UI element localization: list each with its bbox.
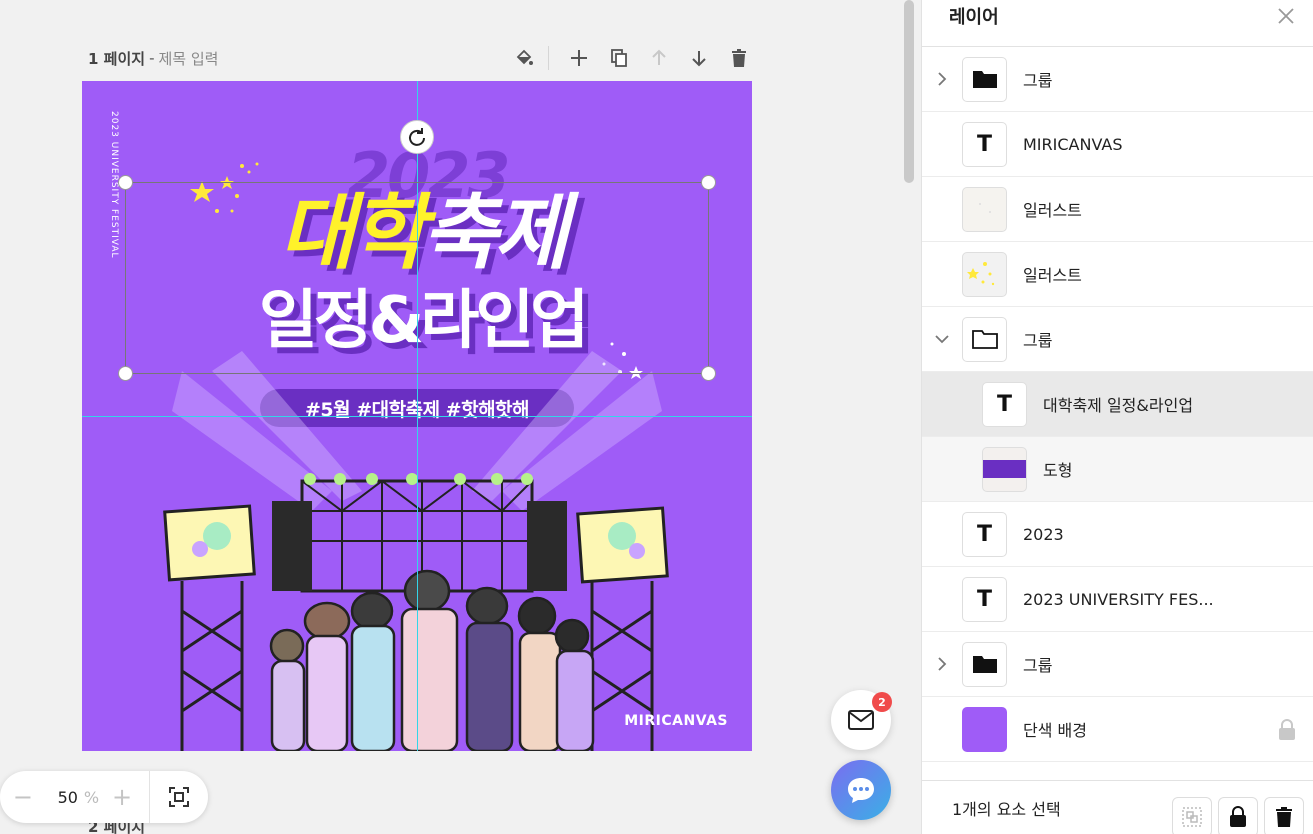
layer-row-group[interactable]: 그룹 (922, 632, 1313, 697)
lock-icon[interactable] (1278, 719, 1296, 745)
page-toolbar (510, 44, 753, 72)
chevron-right-icon[interactable] (922, 47, 962, 112)
layer-row-text[interactable]: T 2023 UNIVERSITY FES... (922, 567, 1313, 632)
vertical-festival-text[interactable]: 2023 UNIVERSITY FESTIVAL (105, 111, 119, 271)
layer-row-group-expanded[interactable]: 그룹 (922, 307, 1313, 372)
footer-actions (1166, 797, 1304, 834)
mail-badge: 2 (872, 692, 892, 712)
trash-icon (1276, 807, 1292, 827)
layer-spacer (922, 697, 962, 762)
layer-name: 단색 배경 (1023, 721, 1087, 740)
horizontal-guide-line (82, 416, 752, 417)
zoom-control: − 50 % + (0, 771, 208, 823)
rotate-icon (409, 128, 425, 146)
layer-row-illustration[interactable]: 일러스트 (922, 242, 1313, 307)
layer-spacer (922, 177, 962, 242)
layer-name: 도형 (1043, 461, 1073, 480)
paint-bucket-icon[interactable] (510, 44, 538, 72)
folder-filled-icon (962, 56, 1007, 102)
layer-name: 그룹 (1023, 331, 1053, 350)
layer-panel-footer: 1개의 요소 선택 (922, 780, 1313, 834)
layer-spacer (922, 112, 962, 177)
layer-spacer (922, 502, 962, 567)
group-button[interactable] (1172, 797, 1212, 834)
layer-name: 그룹 (1023, 71, 1053, 90)
layer-list: 그룹 T MIRICANVAS 일러스트 일러스트 그룹 T 대학축제 일정&라… (922, 47, 1313, 762)
text-icon: T (962, 121, 1007, 167)
arrow-up-icon[interactable] (645, 44, 673, 72)
layer-spacer (922, 242, 962, 307)
layer-row-text[interactable]: T MIRICANVAS (922, 112, 1313, 177)
zoom-unit: % (83, 787, 100, 807)
group-icon (1182, 807, 1202, 827)
text-icon: T (982, 381, 1027, 427)
close-icon (1278, 8, 1294, 24)
zoom-in-button[interactable]: + (99, 771, 145, 823)
layer-panel-header: 레이어 (922, 0, 1313, 47)
resize-handle-top-left[interactable] (118, 175, 133, 190)
layer-row-text[interactable]: T 2023 (922, 502, 1313, 567)
canvas-scrollbar[interactable] (904, 0, 914, 183)
lock-button[interactable] (1218, 797, 1258, 834)
copy-icon[interactable] (605, 44, 633, 72)
delete-button[interactable] (1264, 797, 1304, 834)
selection-box[interactable] (125, 182, 709, 374)
page-header: 1 페이지 - 제목 입력 (88, 46, 218, 70)
resize-handle-bottom-right[interactable] (701, 366, 716, 381)
chevron-down-icon[interactable] (922, 307, 962, 372)
folder-outline-icon (962, 316, 1007, 362)
layer-name: 일러스트 (1023, 201, 1082, 220)
fit-to-screen-button[interactable] (150, 771, 208, 823)
plus-icon[interactable] (565, 44, 593, 72)
chat-bubble-icon (848, 778, 874, 803)
resize-handle-bottom-left[interactable] (118, 366, 133, 381)
trash-icon[interactable] (725, 44, 753, 72)
resize-handle-top-right[interactable] (701, 175, 716, 190)
text-icon: T (962, 576, 1007, 622)
folder-filled-icon (962, 641, 1007, 687)
layer-row-text-selected[interactable]: T 대학축제 일정&라인업 (922, 372, 1313, 437)
layer-spacer (922, 372, 982, 437)
layer-panel: 레이어 그룹 T MIRICANVAS 일러스트 일러스트 그룹 T 대학축제 … (921, 0, 1313, 834)
page-title-separator: - (149, 49, 155, 67)
brand-text[interactable]: MIRICANVAS (624, 713, 728, 729)
layer-name: 2023 UNIVERSITY FES... (1023, 589, 1214, 609)
illustration-thumbnail (962, 186, 1007, 232)
arrow-down-icon[interactable] (685, 44, 713, 72)
layer-spacer (922, 437, 982, 502)
selection-count: 1개의 요소 선택 (952, 799, 1061, 819)
layer-row-illustration[interactable]: 일러스트 (922, 177, 1313, 242)
zoom-value[interactable]: 50 (46, 788, 78, 807)
toolbar-divider (548, 46, 549, 70)
text-icon: T (962, 511, 1007, 557)
zoom-out-button[interactable]: − (0, 771, 46, 823)
layer-spacer (922, 567, 962, 632)
layer-row-group[interactable]: 그룹 (922, 47, 1313, 112)
close-panel-button[interactable] (1275, 5, 1297, 27)
layer-name: MIRICANVAS (1023, 134, 1123, 154)
layer-name: 일러스트 (1023, 266, 1082, 285)
layer-name: 그룹 (1023, 656, 1053, 675)
rotate-handle[interactable] (400, 120, 434, 154)
stars-thumbnail (962, 251, 1007, 297)
chevron-right-icon[interactable] (922, 632, 962, 697)
fit-screen-icon (169, 787, 190, 807)
shape-thumbnail (982, 446, 1027, 492)
layer-panel-title: 레이어 (949, 7, 999, 28)
chat-button[interactable] (831, 760, 891, 820)
page-number-label: 1 페이지 (88, 49, 146, 68)
layer-row-shape[interactable]: 도형 (922, 437, 1313, 502)
layer-name: 2023 (1023, 524, 1064, 544)
lock-icon (1230, 806, 1246, 827)
page-title-input[interactable]: 제목 입력 (158, 48, 218, 69)
mail-icon (848, 710, 874, 730)
layer-name: 대학축제 일정&라인업 (1043, 396, 1194, 415)
solid-color-thumbnail (962, 706, 1007, 752)
layer-row-background[interactable]: 단색 배경 (922, 697, 1313, 762)
